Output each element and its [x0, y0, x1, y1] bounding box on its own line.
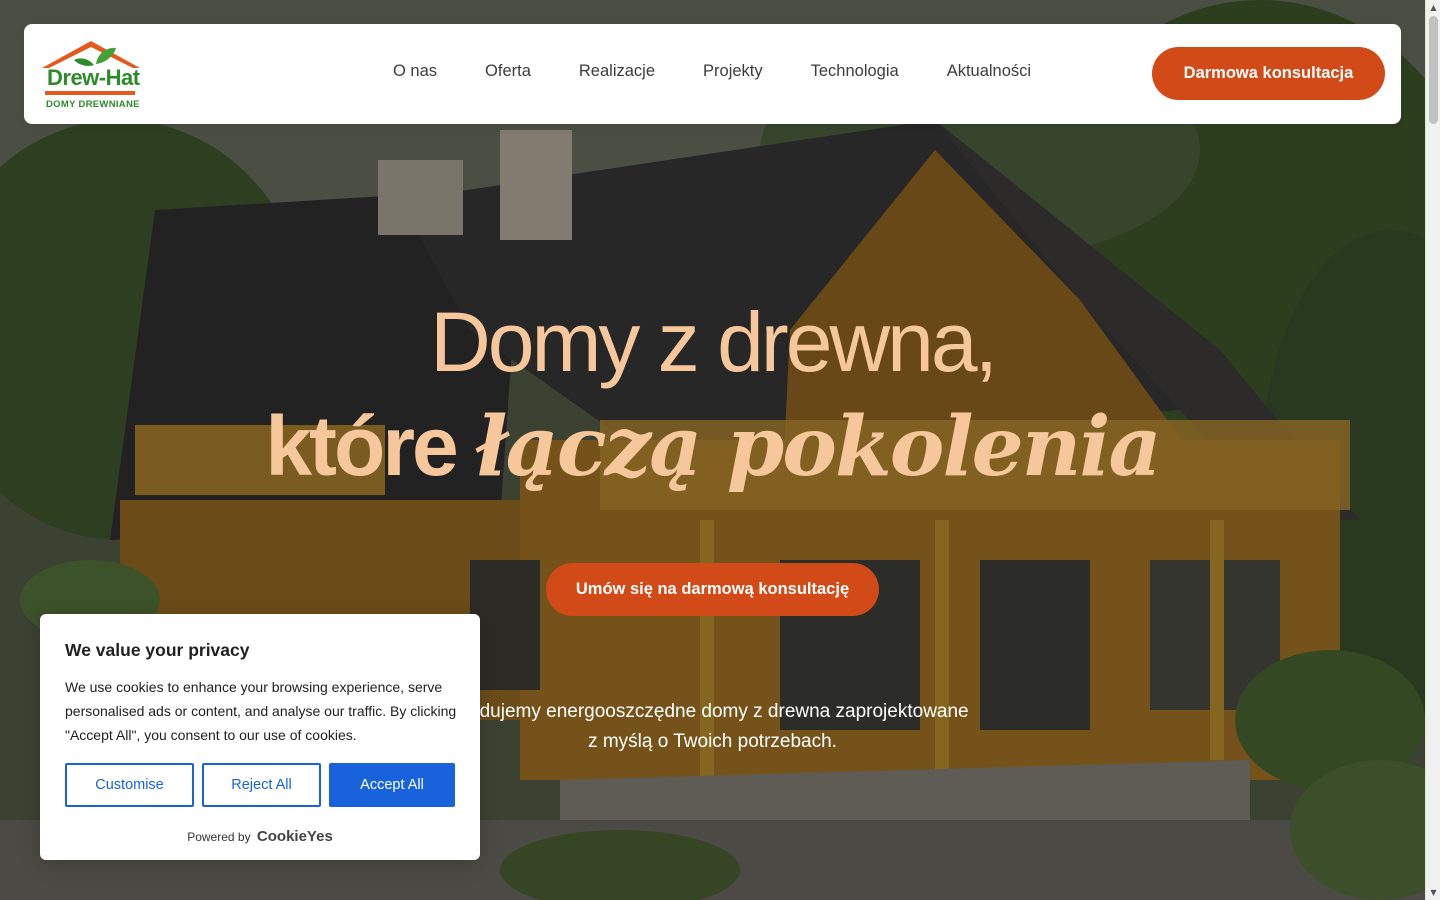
nav-item-aktualnosci[interactable]: Aktualności	[947, 62, 1031, 81]
page-scrollbar[interactable]: ▲ ▼	[1425, 0, 1440, 900]
nav-item-o-nas[interactable]: O nas	[393, 62, 437, 81]
hero-headline: Domy z drewna, które łączą pokolenia	[0, 290, 1425, 499]
triangle-up-icon[interactable]: ▲	[1426, 0, 1440, 15]
cookie-consent-banner: We value your privacy We use cookies to …	[40, 614, 480, 860]
brand-name: Drew-Hat	[47, 65, 140, 90]
nav-item-technologia[interactable]: Technologia	[811, 62, 899, 81]
cookie-customise-button[interactable]: Customise	[65, 763, 194, 807]
cookie-powered-by: Powered by CookieYes	[40, 828, 480, 845]
site-header: Drew-Hat DOMY DREWNIANE O nas Oferta Rea…	[24, 24, 1401, 124]
header-consultation-button[interactable]: Darmowa konsultacja	[1152, 47, 1385, 100]
hero-headline-plain: które	[265, 399, 458, 493]
brand-tagline: DOMY DREWNIANE	[46, 99, 140, 110]
brand-logo[interactable]: Drew-Hat DOMY DREWNIANE	[38, 38, 144, 112]
cookieyes-logo[interactable]: CookieYes	[257, 828, 333, 845]
cookie-powered-label: Powered by	[187, 830, 251, 844]
main-nav: O nas Oferta Realizacje Projekty Technol…	[393, 62, 1031, 81]
nav-item-oferta[interactable]: Oferta	[485, 62, 531, 81]
brand-underline	[45, 91, 135, 95]
hero-headline-script: łączą pokolenia	[476, 399, 1162, 495]
hero-headline-line2: które łączą pokolenia	[0, 394, 1425, 499]
cookie-body: We use cookies to enhance your browsing …	[65, 679, 457, 743]
cookie-accept-button[interactable]: Accept All	[329, 763, 455, 807]
cookie-title: We value your privacy	[65, 640, 250, 660]
hero-headline-line1: Domy z drewna,	[430, 295, 998, 389]
hero-consultation-button[interactable]: Umów się na darmową konsultację	[546, 563, 879, 616]
nav-item-projekty[interactable]: Projekty	[703, 62, 763, 81]
scrollbar-thumb[interactable]	[1429, 16, 1438, 124]
cookie-reject-button[interactable]: Reject All	[202, 763, 321, 807]
triangle-down-icon[interactable]: ▼	[1426, 885, 1440, 900]
nav-item-realizacje[interactable]: Realizacje	[579, 62, 655, 81]
